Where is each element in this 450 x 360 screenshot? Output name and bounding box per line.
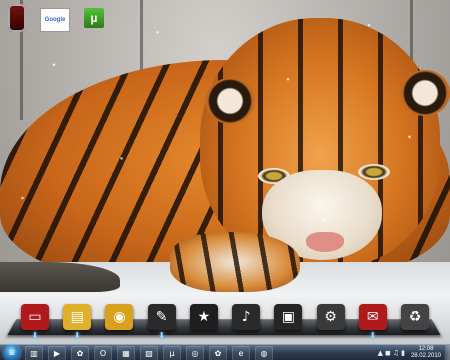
wallpaper-tiger-paw <box>170 232 300 292</box>
volume-icon[interactable]: ♫ <box>393 349 399 357</box>
google-shortcut-label: Google <box>44 17 66 23</box>
taskbar-ie[interactable]: e <box>232 345 250 360</box>
taskbar-explorer[interactable]: ▥ <box>25 345 43 360</box>
dock-item-media[interactable]: ♪ <box>231 298 261 330</box>
notes-icon: ✎ <box>147 304 176 330</box>
running-indicator-icon: ⬇ <box>73 331 81 340</box>
star-icon: ★ <box>189 304 218 330</box>
google-shortcut[interactable]: Google <box>40 8 70 32</box>
taskbar-app-globe[interactable]: ◍ <box>255 345 273 360</box>
trash-icon: ♻ <box>400 304 429 330</box>
taskbar-utorrent[interactable]: µ <box>163 345 181 360</box>
taskbar-app-blue[interactable]: ▦ <box>117 345 135 360</box>
taskbar-app-blue2[interactable]: ▧ <box>140 345 158 360</box>
dock-item-tools[interactable]: ⚙ <box>316 298 346 330</box>
monitor-icon: ▭ <box>21 304 49 330</box>
running-indicator-icon: ⬇ <box>369 331 377 340</box>
start-button[interactable]: ⊞ <box>4 345 20 360</box>
running-indicator-icon: ⬇ <box>31 331 39 340</box>
dock-item-notes[interactable]: ✎ ⬇ <box>147 298 177 340</box>
dock-item-monitor[interactable]: ▭ ⬇ <box>20 298 50 340</box>
media-icon: ♪ <box>232 304 261 330</box>
clock-date: 28.02.2010 <box>410 353 441 359</box>
utorrent-shortcut-label: µ <box>90 11 98 25</box>
utorrent-icon: µ <box>169 348 175 358</box>
windows-logo-icon: ⊞ <box>9 349 15 357</box>
folder-icon: ▤ <box>63 304 92 330</box>
dock-item-trash[interactable]: ♻ <box>400 298 430 330</box>
clock[interactable]: 12:08 28.02.2010 <box>411 346 441 360</box>
window-icon: ▧ <box>145 348 153 358</box>
media-player-icon: ▶ <box>53 348 61 358</box>
circle-icon: ◎ <box>191 348 199 358</box>
system-tray: ▲ ◼ ♫ ▮ <box>375 345 408 360</box>
explorer-icon: ▥ <box>30 348 38 358</box>
mail-icon: ✉ <box>358 304 387 330</box>
dock: ▭ ⬇ ▤ ⬇ ◉ ✎ ⬇ ★ ♪ ▣ ⚙ ✉ ⬇ ♻ <box>20 290 430 340</box>
browser-icon: e <box>238 348 244 358</box>
wallpaper-tiger-eye <box>358 164 390 180</box>
globe-icon: ◍ <box>260 348 268 358</box>
dock-item-folder[interactable]: ▤ ⬇ <box>62 298 92 340</box>
desktop[interactable]: Google µ ▭ ⬇ ▤ ⬇ ◉ ✎ ⬇ ★ ♪ ▣ ⚙ ✉ ⬇ ♻ ⊞ ▥ ▶ ✿ O ▦ ▧ µ ◎ ✿ e ◍ ▲ ◼… <box>0 0 450 360</box>
taskbar-buttons: ▥ ▶ ✿ O ▦ ▧ µ ◎ ✿ e ◍ <box>20 345 273 360</box>
wallpaper-tiger-ear <box>205 78 255 124</box>
taskbar: ⊞ ▥ ▶ ✿ O ▦ ▧ µ ◎ ✿ e ◍ ▲ ◼ ♫ ▮ 12:08 28.02.2010 <box>0 344 450 360</box>
tools-icon: ⚙ <box>316 304 345 330</box>
taskbar-opera[interactable]: O <box>94 345 112 360</box>
show-desktop-button[interactable] <box>444 345 450 360</box>
flower-icon: ✿ <box>76 348 84 358</box>
show-hidden-icons-icon[interactable]: ▲ <box>378 349 383 357</box>
phone-icon[interactable] <box>8 4 26 32</box>
utorrent-shortcut[interactable]: µ <box>84 8 104 28</box>
wallpaper-tiger-ear <box>400 70 450 116</box>
taskbar-app-green[interactable]: ✿ <box>71 345 89 360</box>
running-indicator-icon: ⬇ <box>158 331 166 340</box>
battery-icon[interactable]: ▮ <box>401 349 405 357</box>
hard-disk-icon: ◉ <box>105 304 134 330</box>
dock-item-mail[interactable]: ✉ ⬇ <box>358 298 388 340</box>
taskbar-media-player[interactable]: ▶ <box>48 345 66 360</box>
dock-item-device[interactable]: ▣ <box>273 298 303 330</box>
device-icon: ▣ <box>274 304 303 330</box>
dock-item-star[interactable]: ★ <box>189 298 219 330</box>
flower-icon: ✿ <box>214 348 222 358</box>
wallpaper-tiger-nose <box>306 232 344 252</box>
dock-item-disk[interactable]: ◉ <box>104 298 134 330</box>
network-icon[interactable]: ◼ <box>385 349 391 357</box>
opera-icon: O <box>99 348 107 358</box>
taskbar-app-flower[interactable]: ✿ <box>209 345 227 360</box>
taskbar-app-red[interactable]: ◎ <box>186 345 204 360</box>
clock-time: 12:08 <box>418 346 434 352</box>
window-icon: ▦ <box>122 348 130 358</box>
